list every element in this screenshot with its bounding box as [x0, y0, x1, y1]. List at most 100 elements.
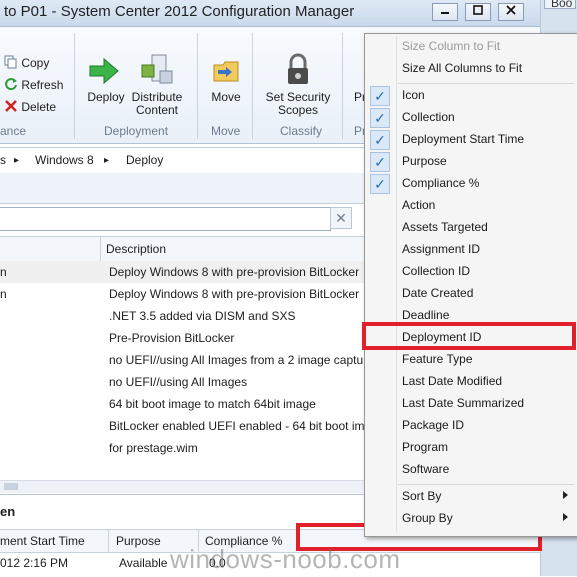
menu-separator [398, 83, 574, 84]
menu-item-label: Size All Columns to Fit [402, 61, 523, 75]
menu-item-label: Collection [402, 110, 455, 124]
search-clear-button[interactable]: ✕ [330, 207, 352, 229]
menu-item-label: Action [402, 198, 436, 212]
scrollbar-thumb[interactable] [4, 483, 18, 490]
security-label-2: Scopes [277, 103, 319, 117]
security-label-1: Set Security [265, 90, 331, 104]
distribute-content-button[interactable]: Distribute Content [128, 91, 186, 117]
menu-item-collection[interactable]: ✓ Collection [365, 107, 576, 129]
menu-item-assets-targeted[interactable]: Assets Targeted [365, 217, 576, 239]
column-divider[interactable] [100, 237, 101, 261]
ribbon-separator [342, 33, 343, 139]
highlight-box-deployment-id [362, 322, 576, 350]
row-description: .NET 3.5 added via DISM and SXS [109, 309, 296, 323]
checkmark-icon: ✓ [370, 130, 390, 150]
menu-item-assignment-id[interactable]: Assignment ID [365, 239, 576, 261]
menu-item-package-id[interactable]: Package ID [365, 415, 576, 437]
breadcrumb-chevron-icon: ▸ [104, 155, 110, 166]
background-tab-label: Boo [551, 0, 573, 10]
move-label: Move [211, 90, 241, 104]
row-name-fragment: n [0, 265, 7, 279]
title-bar: to P01 - System Center 2012 Configuratio… [0, 0, 540, 27]
menu-item-collection-id[interactable]: Collection ID [365, 261, 576, 283]
menu-item-label: Deployment Start Time [402, 132, 525, 146]
ribbon-separator [74, 33, 75, 139]
copy-button[interactable]: Copy [4, 55, 49, 70]
checkmark-icon: ✓ [370, 174, 390, 194]
checkmark-icon: ✓ [370, 86, 390, 106]
close-button[interactable] [498, 3, 524, 21]
menu-item-group-by[interactable]: Group By [365, 508, 576, 530]
menu-item-deployment-start-time[interactable]: ✓ Deployment Start Time [365, 129, 576, 151]
menu-item-label: Group By [402, 511, 453, 525]
breadcrumb-item-windows8[interactable]: Windows 8 [35, 153, 94, 167]
menu-item-label: Date Created [402, 286, 474, 300]
watermark: windows-noob.com [170, 544, 401, 574]
menu-item-label: Feature Type [402, 352, 473, 366]
column-header-description[interactable]: Description [106, 242, 166, 256]
maximize-icon [473, 5, 483, 15]
minimize-button[interactable] [432, 3, 458, 21]
breadcrumb-item-deploy[interactable]: Deploy [126, 153, 163, 167]
menu-item-label: Package ID [402, 418, 465, 432]
menu-item-icon[interactable]: ✓ Icon [365, 85, 576, 107]
details-col-purpose[interactable]: Purpose [116, 534, 161, 548]
deploy-label: Deploy [87, 90, 125, 104]
menu-item-label: Size Column to Fit [402, 39, 501, 53]
checkmark-icon: ✓ [370, 152, 390, 172]
close-icon [506, 5, 516, 15]
menu-item-label: Sort By [402, 489, 442, 503]
column-divider[interactable] [108, 530, 109, 552]
menu-item-label: Assignment ID [402, 242, 481, 256]
refresh-label: Refresh [21, 78, 64, 92]
refresh-button[interactable]: Refresh [4, 77, 63, 92]
row-description: no UEFI//using All Images from a 2 image… [109, 353, 364, 367]
menu-item-purpose[interactable]: ✓ Purpose [365, 151, 576, 173]
delete-button[interactable]: Delete [4, 99, 56, 114]
details-start-time: 012 2:16 PM [0, 556, 69, 570]
distribute-label-1: Distribute [131, 90, 183, 104]
row-description: 64 bit boot image to match 64bit image [109, 397, 316, 411]
row-description: Pre-Provision BitLocker [109, 331, 235, 345]
menu-item-compliance[interactable]: ✓ Compliance % [365, 173, 576, 195]
menu-item-label: Assets Targeted [402, 220, 488, 234]
details-col-start-time[interactable]: ment Start Time [0, 534, 85, 548]
menu-item-size-all-columns[interactable]: Size All Columns to Fit [365, 58, 576, 80]
maximize-button[interactable] [465, 3, 491, 21]
menu-item-software[interactable]: Software [365, 459, 576, 481]
menu-item-date-created[interactable]: Date Created [365, 283, 576, 305]
set-security-scopes-button[interactable]: Set Security Scopes [260, 91, 336, 117]
menu-item-size-column: Size Column to Fit [365, 36, 576, 58]
breadcrumb-fragment: s [0, 153, 6, 167]
refresh-icon [5, 78, 17, 91]
menu-item-label: Software [402, 462, 450, 476]
menu-item-feature-type[interactable]: Feature Type [365, 349, 576, 371]
menu-item-label: Last Date Summarized [402, 396, 525, 410]
lock-icon [288, 53, 308, 84]
delete-icon [5, 100, 17, 112]
menu-item-program[interactable]: Program [365, 437, 576, 459]
search-input[interactable] [0, 207, 331, 231]
ribbon-separator [252, 33, 253, 139]
ribbon-group-classify: Classify [280, 124, 323, 138]
copy-label: Copy [21, 56, 50, 70]
ribbon-group-deployment: Deployment [104, 124, 169, 138]
menu-item-label: Purpose [402, 154, 447, 168]
menu-item-last-date-modified[interactable]: Last Date Modified [365, 371, 576, 393]
menu-item-sort-by[interactable]: Sort By [365, 486, 576, 508]
deploy-button[interactable]: Deploy [86, 91, 126, 104]
copy-icon [4, 55, 17, 69]
checkmark-icon: ✓ [370, 108, 390, 128]
ribbon-group-move: Move [211, 124, 241, 138]
deploy-arrow-icon [89, 57, 119, 85]
move-button[interactable]: Move [206, 91, 246, 104]
ribbon-separator [197, 33, 198, 139]
ribbon-group-ance: ance [0, 124, 27, 138]
menu-item-last-date-summarized[interactable]: Last Date Summarized [365, 393, 576, 415]
clear-icon: ✕ [335, 210, 347, 226]
menu-item-action[interactable]: Action [365, 195, 576, 217]
row-description: Deploy Windows 8 with pre-provision BitL… [109, 287, 360, 301]
details-purpose: Available [119, 556, 168, 570]
distribute-content-icon [141, 54, 173, 84]
row-description: no UEFI//using All Images [109, 375, 248, 389]
